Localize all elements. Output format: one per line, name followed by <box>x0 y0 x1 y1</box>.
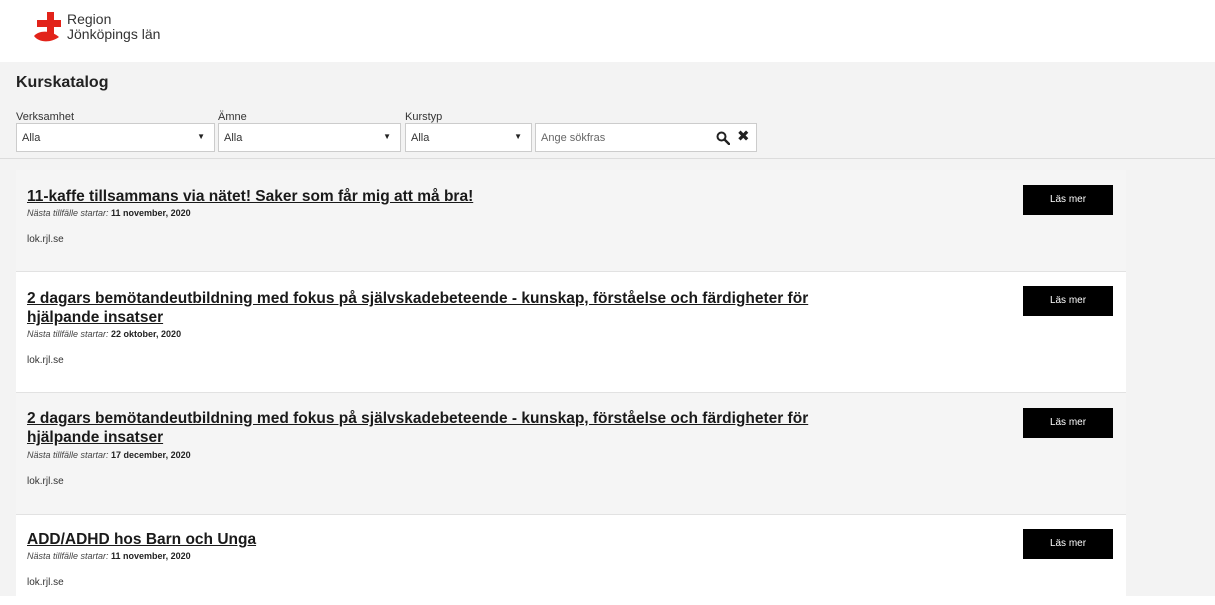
course-title-link[interactable]: 2 dagars bemötandeutbildning med fokus p… <box>27 409 877 447</box>
caret-down-icon: ▼ <box>514 132 522 141</box>
course-card: 2 dagars bemötandeutbildning med fokus p… <box>16 393 1126 515</box>
logo-line-2: Jönköpings län <box>67 26 161 42</box>
read-more-button[interactable]: Läs mer <box>1023 185 1113 215</box>
caret-down-icon: ▼ <box>383 132 391 141</box>
region-logo[interactable]: Region Jönköpings län <box>33 10 193 50</box>
course-source: lok.rjl.se <box>27 476 64 487</box>
next-session-date: 11 november, 2020 <box>111 208 191 218</box>
select-value: Alla <box>411 132 430 144</box>
select-value: Alla <box>224 132 243 144</box>
verksamhet-select[interactable]: Alla ▼ <box>16 123 215 152</box>
course-title-link[interactable]: ADD/ADHD hos Barn och Unga <box>27 530 877 549</box>
course-card: ADD/ADHD hos Barn och Unga Nästa tillfäl… <box>16 515 1126 605</box>
right-margin-panel <box>1126 159 1215 596</box>
kurstyp-select[interactable]: Alla ▼ <box>405 123 532 152</box>
next-session: Nästa tillfälle startar: 11 november, 20… <box>27 551 191 561</box>
search-box[interactable]: Ange sökfras ✖ <box>535 123 757 152</box>
site-header: Region Jönköpings län <box>0 0 1215 62</box>
search-input[interactable]: Ange sökfras <box>541 132 605 144</box>
read-more-button[interactable]: Läs mer <box>1023 286 1113 316</box>
next-session-date: 22 oktober, 2020 <box>111 329 182 339</box>
select-value: Alla <box>22 132 41 144</box>
course-source: lok.rjl.se <box>27 234 64 245</box>
filter-label-kurstyp: Kurstyp <box>405 111 443 123</box>
main-content: Kurskatalog Verksamhet Alla ▼ Ämne Alla … <box>0 62 1215 605</box>
course-source: lok.rjl.se <box>27 355 64 366</box>
next-session-date: 17 december, 2020 <box>111 450 191 460</box>
page-title: Kurskatalog <box>16 74 109 91</box>
course-card: 11-kaffe tillsammans via nätet! Saker so… <box>16 170 1126 272</box>
next-session: Nästa tillfälle startar: 11 november, 20… <box>27 208 191 218</box>
next-session-label: Nästa tillfälle startar: <box>27 551 112 561</box>
amne-select[interactable]: Alla ▼ <box>218 123 401 152</box>
search-icon[interactable] <box>716 131 730 145</box>
region-logo-icon <box>34 12 61 42</box>
next-session-date: 11 november, 2020 <box>111 551 191 561</box>
caret-down-icon: ▼ <box>197 132 205 141</box>
next-session-label: Nästa tillfälle startar: <box>27 329 112 339</box>
next-session: Nästa tillfälle startar: 22 oktober, 202… <box>27 329 181 339</box>
filter-divider <box>0 158 1215 159</box>
filter-label-amne: Ämne <box>218 111 247 123</box>
read-more-button[interactable]: Läs mer <box>1023 408 1113 438</box>
course-card: 2 dagars bemötandeutbildning med fokus p… <box>16 272 1126 393</box>
course-title-link[interactable]: 2 dagars bemötandeutbildning med fokus p… <box>27 289 877 327</box>
next-session-label: Nästa tillfälle startar: <box>27 208 112 218</box>
course-source: lok.rjl.se <box>27 577 64 588</box>
logo-text: Region Jönköpings län <box>67 12 160 42</box>
filter-label-verksamhet: Verksamhet <box>16 111 75 123</box>
close-icon[interactable]: ✖ <box>737 129 750 144</box>
course-title-link[interactable]: 11-kaffe tillsammans via nätet! Saker so… <box>27 187 877 206</box>
logo-line-1: Region <box>67 11 112 27</box>
next-session-label: Nästa tillfälle startar: <box>27 450 112 460</box>
next-session: Nästa tillfälle startar: 17 december, 20… <box>27 450 191 460</box>
read-more-button[interactable]: Läs mer <box>1023 529 1113 559</box>
